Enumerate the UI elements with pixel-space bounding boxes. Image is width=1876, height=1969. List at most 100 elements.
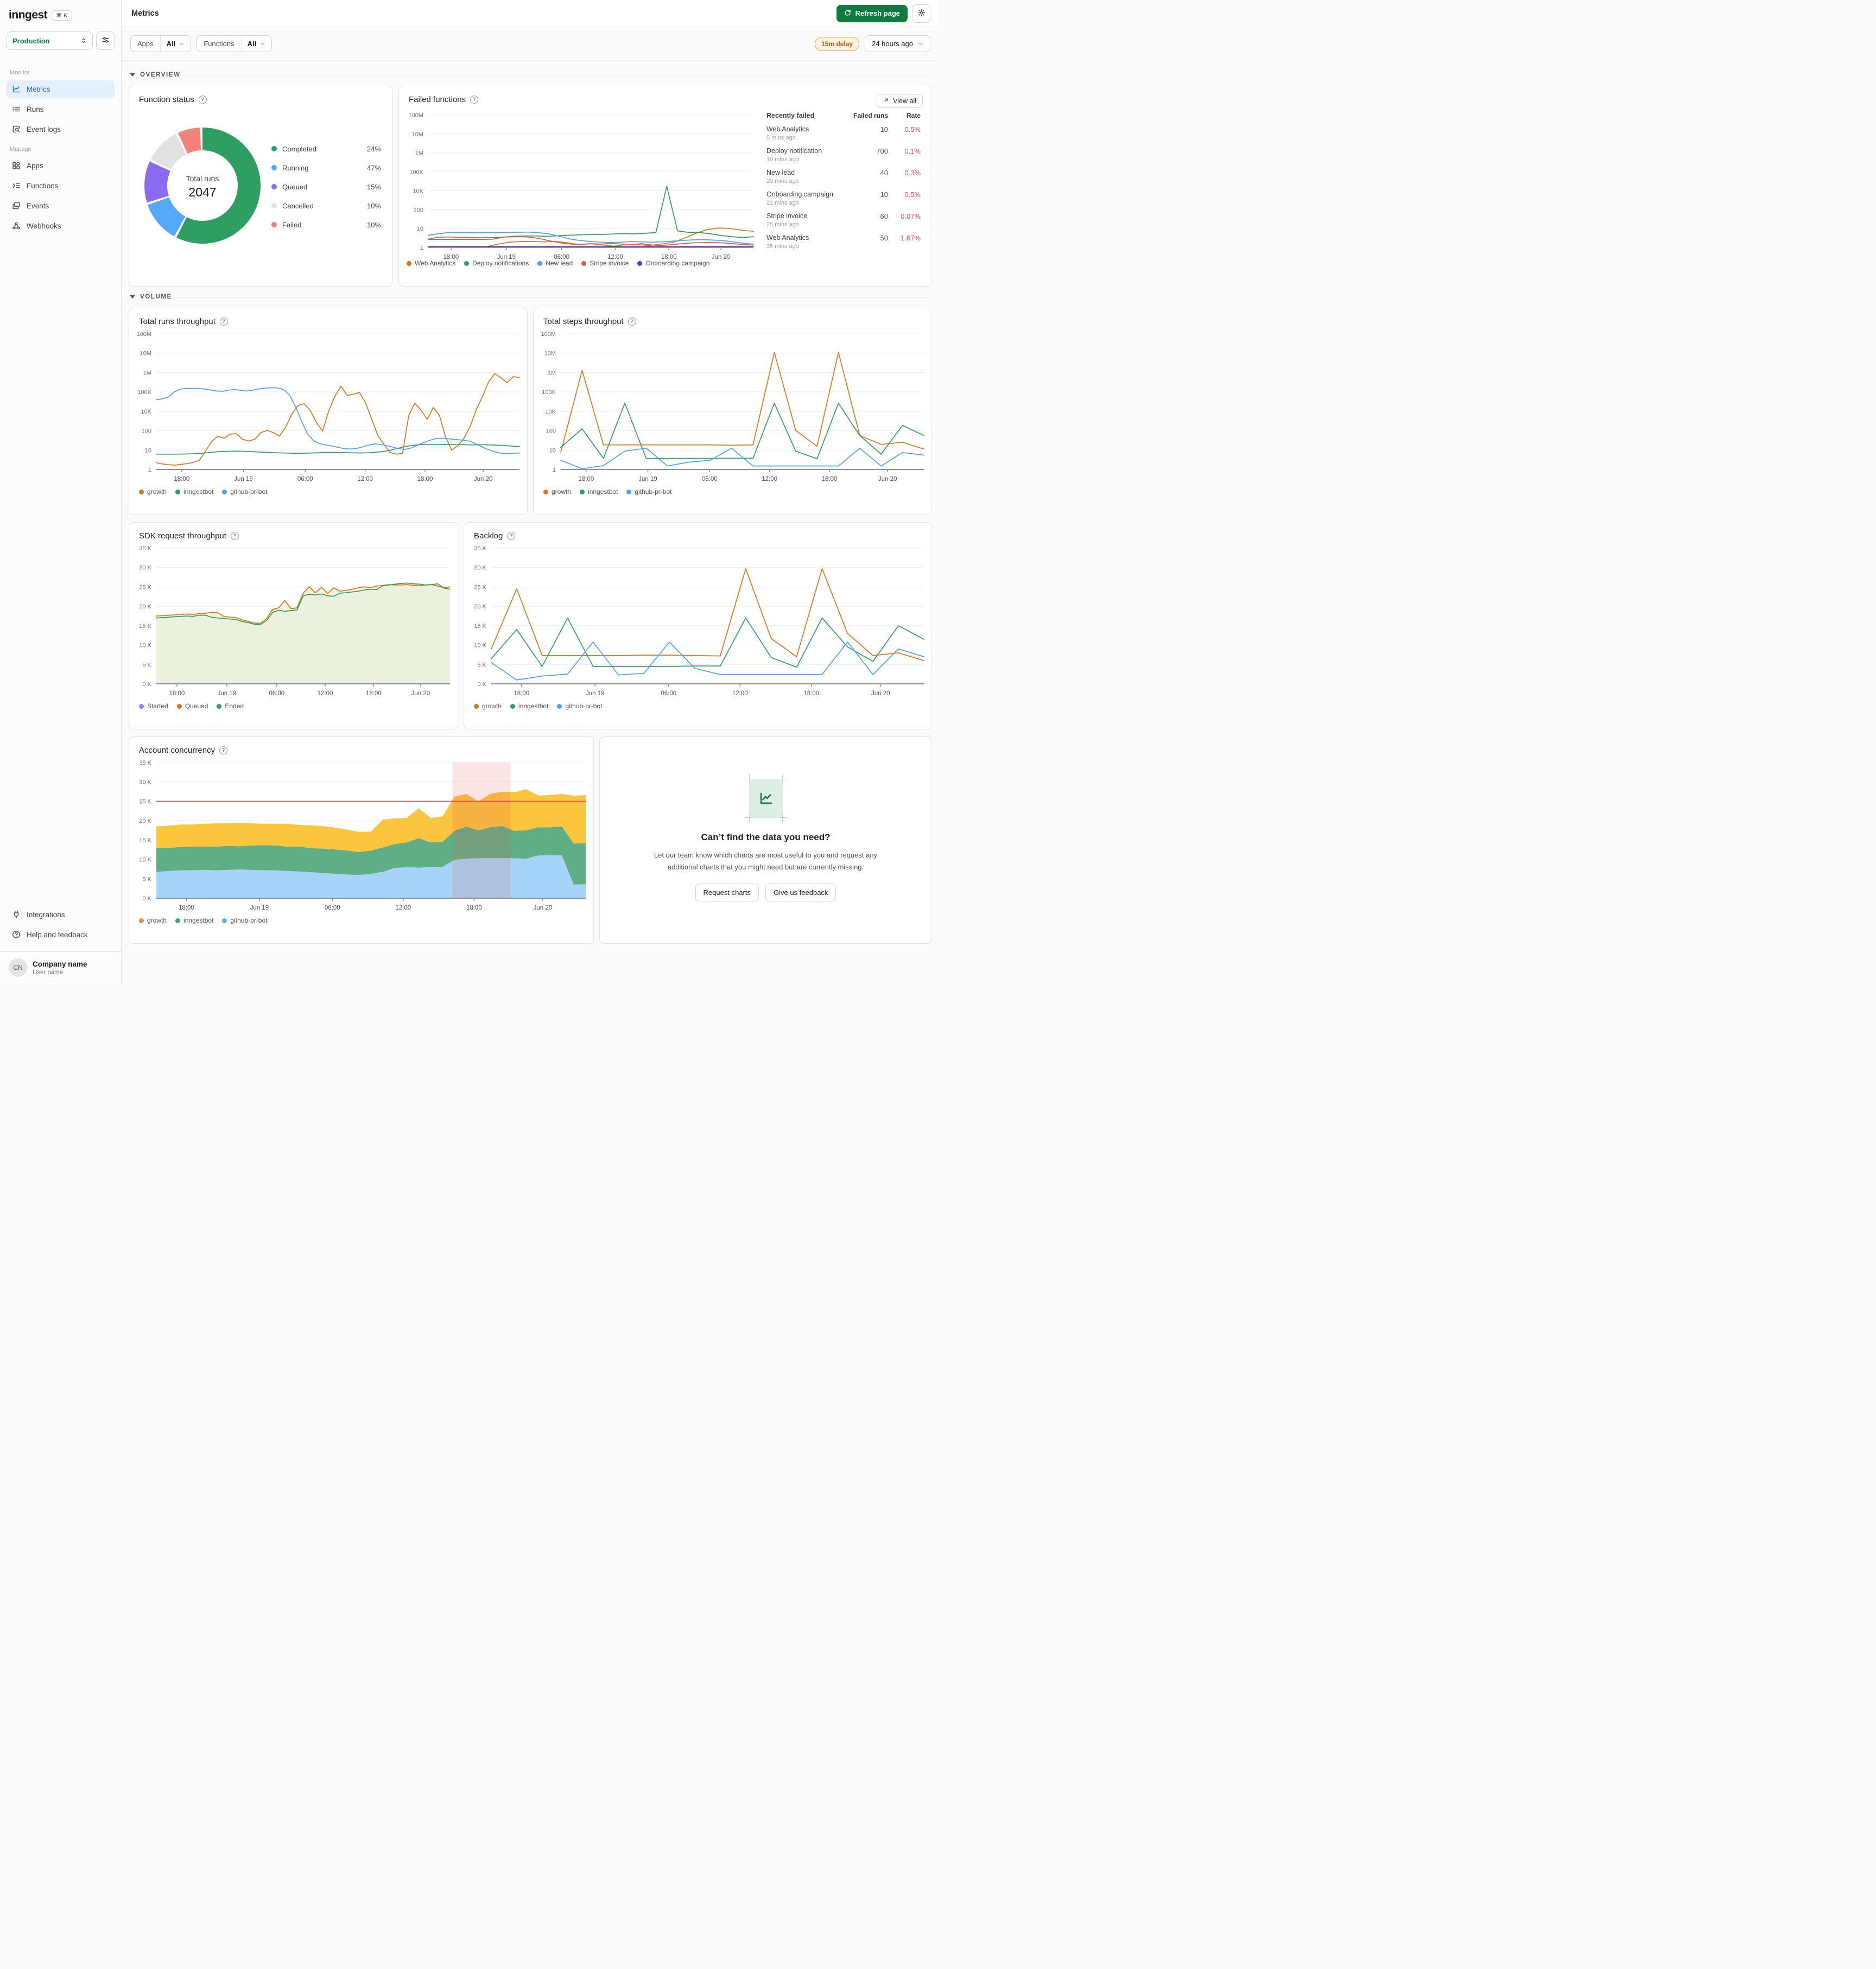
svg-text:Jun 20: Jun 20 [712,254,731,261]
help-icon[interactable]: ? [230,532,239,540]
time-range-selector[interactable]: 24 hours ago [865,35,930,52]
runs-list-icon [12,105,21,114]
legend-item[interactable]: Started [139,702,168,710]
legend-item[interactable]: github-pr-bot [222,488,267,496]
failed-function-row[interactable]: Web Analytics 35 mins ago 50 1.67% [766,234,921,250]
legend-item[interactable]: Deploy notifications [464,259,529,267]
legend-item[interactable]: growth [474,702,502,710]
svg-text:10 K: 10 K [474,643,486,649]
help-icon[interactable]: ? [198,96,207,104]
total-steps-throughput-card: Total steps throughput? 100M 10M 1M 100K 10K… [533,308,932,515]
sidebar-item-metrics[interactable]: Metrics [7,80,115,98]
avatar: CN [9,958,27,977]
svg-text:1: 1 [420,245,423,251]
legend-item[interactable]: github-pr-bot [222,917,267,924]
page-title: Metrics [131,9,159,18]
svg-text:18:00: 18:00 [822,476,838,482]
help-icon[interactable]: ? [219,317,228,326]
help-icon[interactable]: ? [470,96,479,104]
inngest-logo: inngest [9,9,48,21]
help-icon[interactable]: ? [219,746,228,754]
sidebar-item-apps[interactable]: Apps [7,157,115,175]
svg-text:5 K: 5 K [477,662,486,668]
give-feedback-button[interactable]: Give us feedback [765,883,836,901]
view-all-button[interactable]: View all [877,94,923,108]
user-name: User name [33,969,64,976]
failed-function-row[interactable]: Web Analytics 5 mins ago 10 0.5% [766,125,921,141]
events-windows-icon [12,201,21,211]
function-status-donut: Total runs 2047 [137,120,268,254]
arrow-up-right-icon [883,97,889,105]
svg-text:2047: 2047 [188,185,216,199]
legend-item[interactable]: Ended [217,702,244,710]
legend-item[interactable]: New lead [537,259,573,267]
apps-grid-icon [12,161,21,170]
legend-item[interactable]: Onboarding campaign [637,259,709,267]
sidebar: inngest ⌘ K Production Monitor Metrics Run… [0,0,122,984]
help-icon[interactable]: ? [628,317,636,326]
sidebar-item-event-logs[interactable]: Event logs [7,120,115,138]
environment-filter-button[interactable] [96,31,115,50]
failed-function-row[interactable]: Deploy notification 10 mins ago 700 0.1% [766,147,921,163]
backlog-legend: growth inngestbot github-pr-bot [464,699,931,716]
legend-item[interactable]: github-pr-bot [557,702,602,710]
legend-item[interactable]: growth [139,917,167,924]
svg-text:18:00: 18:00 [366,690,382,697]
sidebar-item-help-and-feedback[interactable]: Help and feedback [7,926,115,944]
failed-function-row[interactable]: Onboarding campaign 22 mins ago 10 0.5% [766,190,921,206]
status-legend-item[interactable]: Queued 15% [271,177,381,196]
svg-text:18:00: 18:00 [169,690,185,697]
legend-item[interactable]: inngestbot [175,488,213,496]
apps-filter[interactable]: Apps All [130,35,192,52]
environment-selector[interactable]: Production [7,31,93,50]
help-icon[interactable]: ? [507,532,516,540]
legend-item[interactable]: growth [139,488,167,496]
svg-text:1M: 1M [415,150,423,157]
svg-text:0 K: 0 K [142,681,151,688]
svg-text:Jun 19: Jun 19 [250,905,269,911]
svg-text:20 K: 20 K [139,818,151,824]
svg-text:Jun 19: Jun 19 [218,690,237,697]
failed-function-row[interactable]: Stripe invoice 25 mins ago 60 0.07% [766,212,921,228]
legend-item[interactable]: github-pr-bot [626,488,671,496]
svg-text:20 K: 20 K [474,604,486,610]
backlog-card: Backlog? 35 K 30 K 25 K 20 K 15 K 10 K5 K0 K1… [464,522,932,729]
sdk-request-chart: 35 K 30 K 25 K 20 K 15 K 10 K 5 K 0 K 18:00 Jun 1… [129,543,458,699]
settings-button[interactable] [912,4,930,23]
status-legend-item[interactable]: Completed 24% [271,139,381,158]
request-charts-button[interactable]: Request charts [695,883,759,901]
log-search-icon [12,125,21,134]
svg-text:35 K: 35 K [139,545,151,552]
svg-text:10K: 10K [141,409,151,415]
sidebar-item-functions[interactable]: Functions [7,177,115,195]
refresh-page-button[interactable]: Refresh page [836,4,908,22]
command-k-shortcut-badge[interactable]: ⌘ K [52,10,72,21]
legend-item[interactable]: Web Analytics [407,259,455,267]
svg-text:1: 1 [553,467,556,473]
status-legend-item[interactable]: Running 47% [271,158,381,177]
svg-text:Jun 20: Jun 20 [534,905,553,911]
legend-item[interactable]: growth [543,488,571,496]
sidebar-item-runs[interactable]: Runs [7,100,115,118]
legend-item[interactable]: inngestbot [580,488,618,496]
account-switcher[interactable]: CN Company name User name [0,951,121,984]
sidebar-item-events[interactable]: Events [7,197,115,215]
legend-item[interactable]: inngestbot [510,702,548,710]
functions-filter[interactable]: Functions All [197,35,272,52]
legend-item[interactable]: inngestbot [175,917,213,924]
svg-text:15 K: 15 K [139,623,151,630]
status-legend-item[interactable]: Failed 10% [271,215,381,234]
section-overview[interactable]: OVERVIEW [130,72,931,78]
failed-function-row[interactable]: New lead 20 mins ago 40 0.3% [766,169,921,185]
legend-item[interactable]: Queued [176,702,208,710]
sidebar-item-webhooks[interactable]: Webhooks [7,217,115,235]
sidebar-item-integrations[interactable]: Integrations [7,906,115,924]
svg-text:10K: 10K [413,188,423,194]
status-legend-item[interactable]: Cancelled 10% [271,196,381,215]
svg-text:100: 100 [546,428,556,435]
updown-chevron-icon [80,37,87,44]
svg-text:18:00: 18:00 [174,476,189,482]
legend-item[interactable]: Stripe invoice [581,259,629,267]
section-volume[interactable]: VOLUME [130,294,931,300]
plug-icon [12,910,21,919]
